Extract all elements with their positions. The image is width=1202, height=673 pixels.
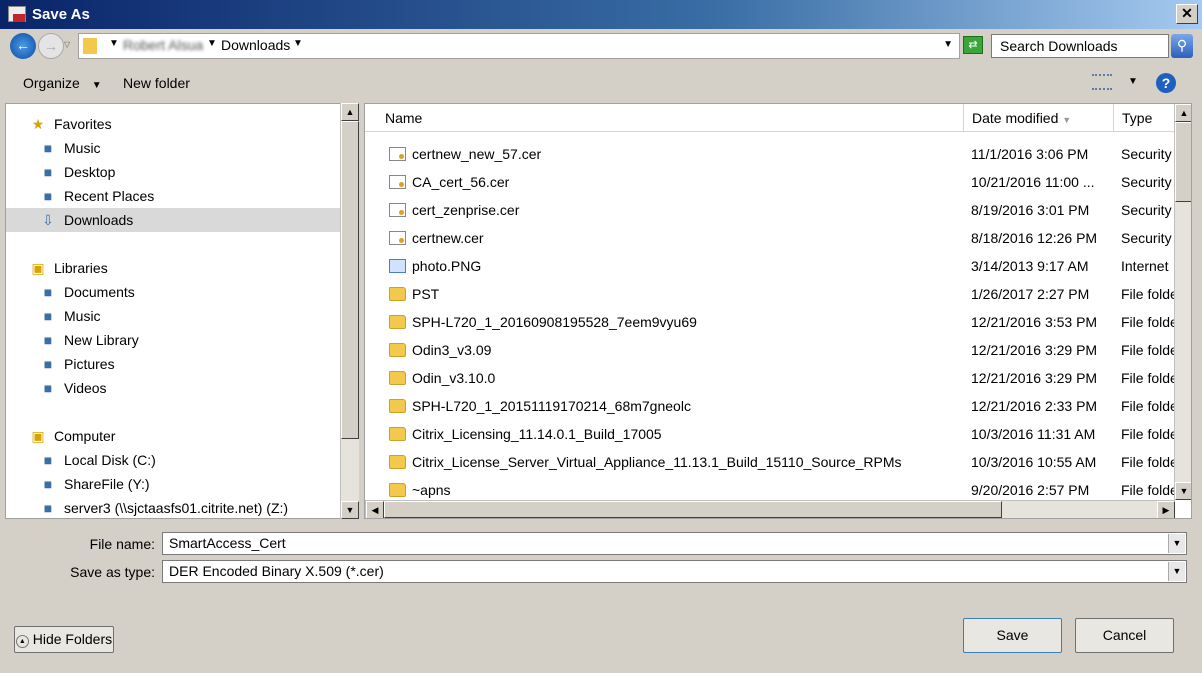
new-folder-button[interactable]: New folder (123, 75, 190, 91)
back-button[interactable]: ← (10, 33, 36, 59)
music-icon: ■ (43, 308, 53, 324)
folder-icon (389, 455, 406, 469)
close-button[interactable]: ✕ (1176, 4, 1198, 24)
search-icon[interactable]: ⚲ (1171, 34, 1193, 58)
file-row[interactable]: Odin3_v3.09 12/21/2016 3:29 PM File fold… (365, 336, 1175, 364)
recent-places-icon: ■ (43, 188, 53, 204)
library-icon: ■ (43, 332, 53, 348)
navigation-pane: ★ Favorites ■ Music ■ Desktop ■ Recent Places ⇩ D… (5, 103, 341, 519)
search-input[interactable]: Search Downloads (991, 34, 1169, 58)
nav-item-local-disk-c-[interactable]: ■ Local Disk (C:) (6, 448, 340, 472)
column-name[interactable]: Name (365, 104, 964, 132)
organize-button[interactable]: Organize ▼ (23, 75, 102, 91)
nav-item-videos[interactable]: ■ Videos (6, 376, 340, 400)
files-vertical-scrollbar[interactable]: ▲ ▼ (1174, 104, 1191, 500)
nav-item-music[interactable]: ■ Music (6, 136, 340, 160)
refresh-icon[interactable]: ⇄ (963, 36, 983, 54)
folder-icon (83, 38, 97, 54)
title-bar: Save As ✕ (0, 0, 1202, 29)
file-row[interactable]: Citrix_License_Server_Virtual_Appliance_… (365, 448, 1175, 476)
file-row[interactable]: photo.PNG 3/14/2013 9:17 AM Internet (365, 252, 1175, 280)
nav-item-music[interactable]: ■ Music (6, 304, 340, 328)
folder-icon (389, 343, 406, 357)
libraries-icon: ▣ (31, 260, 45, 276)
desktop-icon: ■ (43, 164, 53, 180)
folder-icon (389, 287, 406, 301)
network-drive-icon: ■ (43, 500, 53, 516)
nav-scrollbar[interactable]: ▲ ▼ (340, 103, 359, 519)
nav-item-recent-places[interactable]: ■ Recent Places (6, 184, 340, 208)
file-row[interactable]: Odin_v3.10.0 12/21/2016 3:29 PM File fol… (365, 364, 1175, 392)
folder-icon (389, 399, 406, 413)
breadcrumb-user[interactable]: Robert Alsua (123, 37, 203, 53)
downloads-icon: ⇩ (42, 212, 54, 228)
save-as-type-select[interactable]: DER Encoded Binary X.509 (*.cer) ▼ (162, 560, 1187, 583)
videos-icon: ■ (43, 380, 53, 396)
sharefile-icon: ■ (43, 476, 53, 492)
file-name-label: File name: (89, 536, 155, 552)
nav-item-desktop[interactable]: ■ Desktop (6, 160, 340, 184)
certificate-icon (389, 175, 406, 189)
file-list: Name Date modified ▼ Type certnew_new_57… (364, 103, 1192, 519)
view-details-icon[interactable] (1092, 74, 1112, 90)
nav-item-downloads[interactable]: ⇩ Downloads (6, 208, 340, 232)
star-icon: ★ (31, 116, 45, 132)
app-icon (8, 6, 26, 22)
file-name-input[interactable]: SmartAccess_Cert ▼ (162, 532, 1187, 555)
file-row[interactable]: PST 1/26/2017 2:27 PM File folder (365, 280, 1175, 308)
documents-icon: ■ (43, 284, 53, 300)
files-horizontal-scrollbar[interactable]: ◀ ▶ (365, 500, 1175, 518)
save-button[interactable]: Save (963, 618, 1062, 653)
file-row[interactable]: Citrix_Licensing_11.14.0.1_Build_17005 1… (365, 420, 1175, 448)
nav-item-documents[interactable]: ■ Documents (6, 280, 340, 304)
file-row[interactable]: SPH-L720_1_20151119170214_68m7gneolc 12/… (365, 392, 1175, 420)
column-type[interactable]: Type (1114, 104, 1175, 132)
breadcrumb-downloads[interactable]: Downloads (221, 37, 290, 53)
music-icon: ■ (43, 140, 53, 156)
image-file-icon (389, 259, 406, 273)
file-row[interactable]: SPH-L720_1_20160908195528_7eem9vyu69 12/… (365, 308, 1175, 336)
column-header: Name Date modified ▼ Type (365, 104, 1175, 132)
file-row[interactable]: CA_cert_56.cer 10/21/2016 11:00 ... Secu… (365, 168, 1175, 196)
nav-item-server3-sjctaasfs01-citrite-net-z-[interactable]: ■ server3 (\\sjctaasfs01.citrite.net) (Z:… (6, 496, 340, 518)
nav-item-pictures[interactable]: ■ Pictures (6, 352, 340, 376)
address-dropdown[interactable]: ▼ (943, 39, 953, 50)
cancel-button[interactable]: Cancel (1075, 618, 1174, 653)
window-title: Save As (32, 6, 90, 23)
disk-icon: ■ (43, 452, 53, 468)
nav-group-libraries[interactable]: ▣ Libraries (6, 256, 340, 280)
file-row[interactable]: cert_zenprise.cer 8/19/2016 3:01 PM Secu… (365, 196, 1175, 224)
computer-icon: ▣ (31, 428, 45, 444)
file-row[interactable]: certnew_new_57.cer 11/1/2016 3:06 PM Sec… (365, 140, 1175, 168)
recent-locations-dropdown[interactable]: ▽ (64, 40, 70, 49)
nav-item-sharefile-y-[interactable]: ■ ShareFile (Y:) (6, 472, 340, 496)
save-as-type-label: Save as type: (70, 564, 155, 580)
folder-icon (389, 483, 406, 497)
address-bar[interactable]: ▼ Robert Alsua ▼ Downloads ▼ ▼ (78, 33, 960, 59)
folder-icon (389, 427, 406, 441)
nav-group-computer[interactable]: ▣ Computer (6, 424, 340, 448)
column-date-modified[interactable]: Date modified ▼ (964, 104, 1114, 132)
hide-folders-button[interactable]: ▲ Hide Folders (14, 626, 114, 653)
pictures-icon: ■ (43, 356, 53, 372)
certificate-icon (389, 147, 406, 161)
help-icon[interactable]: ? (1156, 73, 1176, 93)
nav-group-favorites[interactable]: ★ Favorites (6, 112, 340, 136)
nav-item-new-library[interactable]: ■ New Library (6, 328, 340, 352)
certificate-icon (389, 203, 406, 217)
certificate-icon (389, 231, 406, 245)
view-options-dropdown[interactable]: ▼ (1128, 76, 1138, 87)
folder-icon (389, 315, 406, 329)
file-row[interactable]: certnew.cer 8/18/2016 12:26 PM Security (365, 224, 1175, 252)
forward-button[interactable]: → (38, 33, 64, 59)
folder-icon (389, 371, 406, 385)
